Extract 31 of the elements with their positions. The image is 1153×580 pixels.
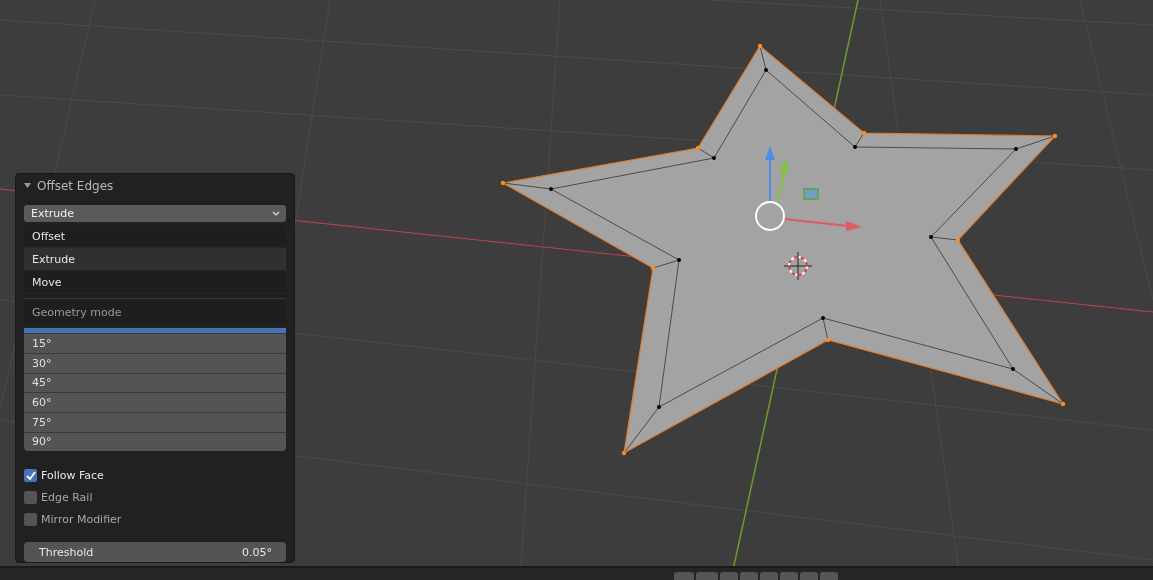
angle-option[interactable]: 15°	[24, 333, 286, 353]
panel-title: Offset Edges	[37, 178, 114, 193]
highlighted-row[interactable]	[24, 328, 286, 334]
checkbox-label: Follow Face	[41, 468, 104, 482]
menu-section-label: Geometry mode	[31, 304, 123, 321]
angle-option[interactable]: 75°	[24, 411, 286, 432]
transform-gizmo-icon[interactable]	[755, 146, 862, 231]
checkbox-label: Edge Rail	[41, 490, 93, 504]
toolbar-button[interactable]	[720, 572, 738, 580]
chevron-down-icon	[272, 210, 280, 216]
cursor-crosshair-icon	[783, 251, 813, 281]
checkbox-label: Mirror Modifier	[41, 512, 122, 526]
checkbox[interactable]	[24, 512, 37, 526]
collapse-triangle-icon[interactable]	[24, 182, 31, 190]
checkbox[interactable]	[24, 468, 37, 482]
mode-dropdown[interactable]: Extrude	[24, 204, 286, 223]
angle-option[interactable]: 45°	[24, 372, 286, 393]
checkbox[interactable]	[24, 490, 37, 504]
angle-option[interactable]: 90°	[24, 431, 286, 452]
threshold-field[interactable]: Threshold 0.05°	[24, 542, 286, 562]
toolbar-button[interactable]	[696, 572, 718, 580]
angle-option[interactable]: 60°	[24, 392, 286, 412]
menu-item[interactable]: Move	[24, 271, 286, 295]
toolbar-button[interactable]	[780, 572, 798, 580]
toolbar-button[interactable]	[674, 572, 694, 580]
toolbar-button[interactable]	[800, 572, 818, 580]
toolbar-button[interactable]	[740, 572, 758, 580]
menu-item[interactable]: Extrude	[24, 248, 286, 272]
toolbar-button[interactable]	[820, 572, 838, 580]
angle-option[interactable]: 30°	[24, 352, 286, 373]
toolbar-button[interactable]	[760, 572, 778, 580]
